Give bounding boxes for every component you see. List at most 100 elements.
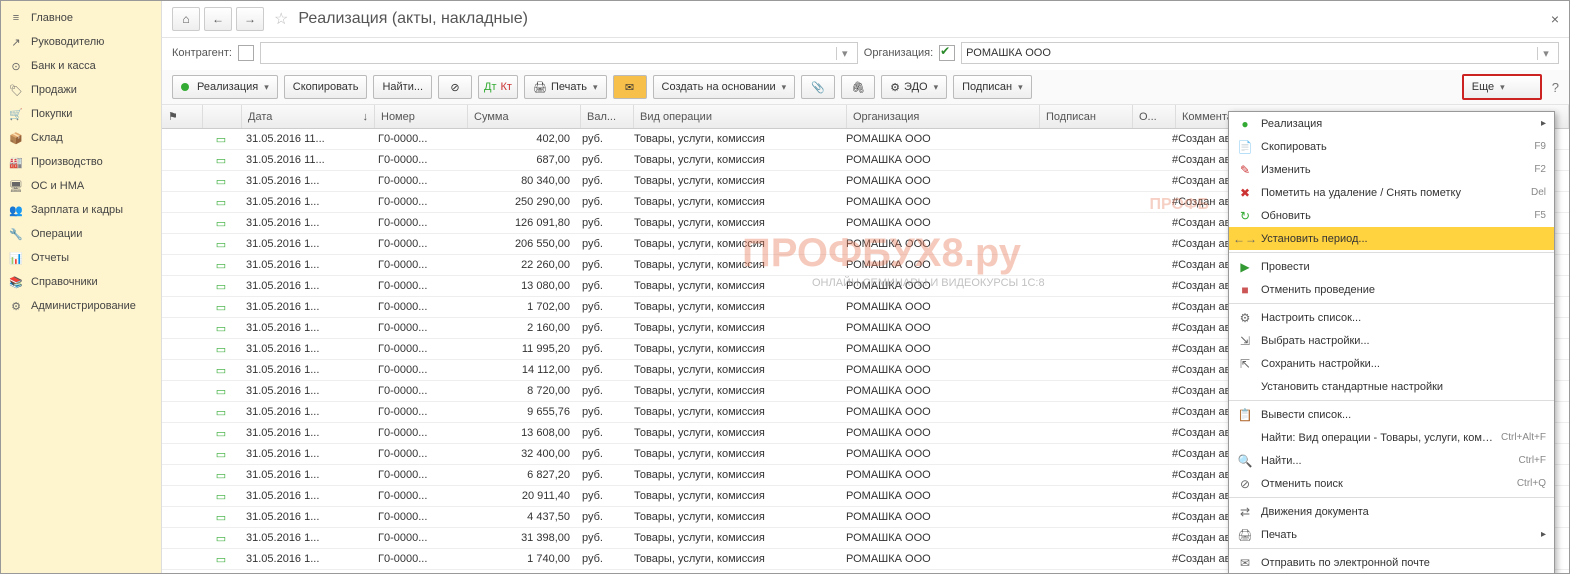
ctx-item[interactable]: ⇱ Сохранить настройки... — [1229, 352, 1554, 375]
cell-op: Товары, услуги, комиссия — [628, 553, 840, 565]
counterparty-checkbox[interactable] — [238, 45, 254, 61]
ctx-item[interactable]: 🖨 Печать ▸ — [1229, 523, 1554, 546]
cell-num: Г0-0000... — [372, 154, 464, 166]
ctx-item[interactable]: ⇲ Выбрать настройки... — [1229, 329, 1554, 352]
sidebar-item[interactable]: ⚙Администрирование — [1, 294, 161, 318]
sidebar-item[interactable]: 📊Отчеты — [1, 246, 161, 270]
ctx-item[interactable]: 📋 Вывести список... — [1229, 403, 1554, 426]
cell-org: РОМАШКА ООО — [840, 469, 1032, 481]
realization-button[interactable]: Реализация▾ — [172, 75, 278, 99]
sidebar-item[interactable]: 📦Склад — [1, 126, 161, 150]
ctx-item[interactable]: ⇄ Движения документа — [1229, 500, 1554, 523]
sidebar-item[interactable]: 🛒Покупки — [1, 102, 161, 126]
org-checkbox[interactable] — [939, 45, 955, 61]
ctx-item[interactable]: ←→ Установить период... — [1229, 227, 1554, 250]
ctx-item[interactable]: ■ Отменить проведение — [1229, 278, 1554, 301]
sidebar-item[interactable]: 📚Справочники — [1, 270, 161, 294]
chevron-down-icon[interactable]: ▾ — [836, 47, 853, 60]
sidebar-item[interactable]: 🖥ОС и НМА — [1, 174, 161, 198]
ctx-item[interactable]: ● Реализация ▸ — [1229, 112, 1554, 135]
sidebar-item[interactable]: 👥Зарплата и кадры — [1, 198, 161, 222]
counterparty-field[interactable]: ▾ — [260, 42, 858, 64]
col-date[interactable]: Дата ↓ — [242, 105, 375, 128]
doc-status-icon: ▭ — [216, 491, 226, 503]
cell-org: РОМАШКА ООО — [840, 343, 1032, 355]
cell-date: 31.05.2016 1... — [240, 490, 372, 502]
ctx-icon: ⇄ — [1237, 504, 1253, 520]
col-sign[interactable]: Подписан — [1040, 105, 1133, 128]
cell-num: Г0-0000... — [372, 490, 464, 502]
col-org[interactable]: Организация — [847, 105, 1040, 128]
sidebar-icon: 👥 — [9, 203, 23, 217]
cell-org: РОМАШКА ООО — [840, 385, 1032, 397]
sidebar-item[interactable]: 🏷Продажи — [1, 78, 161, 102]
edo-button[interactable]: ⚙ ЭДО▾ — [881, 75, 947, 99]
cell-date: 31.05.2016 1... — [240, 511, 372, 523]
create-based-button[interactable]: Создать на основании▾ — [653, 75, 796, 99]
cell-org: РОМАШКА ООО — [840, 280, 1032, 292]
cell-cur: руб. — [576, 553, 628, 565]
sidebar-item-label: Главное — [31, 12, 73, 24]
copy-button[interactable]: Скопировать — [284, 75, 368, 99]
sidebar-item[interactable]: 🔧Операции — [1, 222, 161, 246]
cell-num: Г0-0000... — [372, 322, 464, 334]
cell-date: 31.05.2016 1... — [240, 301, 372, 313]
forward-button[interactable]: → — [236, 7, 264, 31]
ctx-item[interactable]: ✖ Пометить на удаление / Снять пометку D… — [1229, 181, 1554, 204]
doc-status-icon: ▭ — [216, 197, 226, 209]
context-menu: ● Реализация ▸📄 Скопировать F9 ✎ Изменит… — [1228, 111, 1555, 574]
help-icon[interactable]: ? — [1552, 80, 1559, 95]
sidebar-item[interactable]: ≡Главное — [1, 6, 161, 30]
chevron-down-icon[interactable]: ▾ — [1537, 47, 1554, 60]
ctx-item[interactable]: ⊘ Отменить поиск Ctrl+Q — [1229, 472, 1554, 495]
col-op[interactable]: Вид операции — [634, 105, 847, 128]
cell-date: 31.05.2016 1... — [240, 469, 372, 481]
cell-org: РОМАШКА ООО — [840, 175, 1032, 187]
home-button[interactable]: ⌂ — [172, 7, 200, 31]
attach-button[interactable]: 🖇 — [841, 75, 875, 99]
envelope-button[interactable]: ✉ — [613, 75, 647, 99]
col-o[interactable]: О... — [1133, 105, 1176, 128]
cell-date: 31.05.2016 1... — [240, 280, 372, 292]
related-button[interactable]: 📎 — [801, 75, 835, 99]
find-button[interactable]: Найти... — [373, 75, 432, 99]
cell-num: Г0-0000... — [372, 217, 464, 229]
ctx-item[interactable]: Установить стандартные настройки — [1229, 375, 1554, 398]
ctx-item[interactable]: ✉ Отправить по электронной почте — [1229, 551, 1554, 574]
ctx-item[interactable]: ⚙ Настроить список... — [1229, 306, 1554, 329]
close-icon[interactable]: × — [1551, 11, 1559, 27]
more-button[interactable]: Еще▾ — [1462, 74, 1542, 100]
ctx-label: Установить стандартные настройки — [1261, 381, 1546, 393]
ctx-item[interactable]: 📄 Скопировать F9 — [1229, 135, 1554, 158]
cell-num: Г0-0000... — [372, 175, 464, 187]
cell-cur: руб. — [576, 238, 628, 250]
cell-date: 31.05.2016 1... — [240, 322, 372, 334]
signed-button[interactable]: Подписан▾ — [953, 75, 1032, 99]
col-cur[interactable]: Вал... — [581, 105, 634, 128]
dt-button[interactable]: ДтКт — [478, 75, 518, 99]
cell-cur: руб. — [576, 280, 628, 292]
favorite-icon[interactable]: ☆ — [274, 9, 288, 29]
ctx-label: Сохранить настройки... — [1261, 358, 1546, 370]
col-num[interactable]: Номер — [375, 105, 468, 128]
sidebar-item[interactable]: 🏭Производство — [1, 150, 161, 174]
ctx-item[interactable]: ▶ Провести — [1229, 255, 1554, 278]
cell-op: Товары, услуги, комиссия — [628, 448, 840, 460]
print-button[interactable]: 🖨 Печать▾ — [524, 75, 607, 99]
cell-op: Товары, услуги, комиссия — [628, 343, 840, 355]
ctx-item[interactable]: ↻ Обновить F5 — [1229, 204, 1554, 227]
sidebar-item[interactable]: ↗Руководителю — [1, 30, 161, 54]
back-button[interactable]: ← — [204, 7, 232, 31]
ctx-item[interactable]: Найти: Вид операции - Товары, услуги, ко… — [1229, 426, 1554, 449]
ctx-item[interactable]: ✎ Изменить F2 — [1229, 158, 1554, 181]
ctx-item[interactable]: 🔍 Найти... Ctrl+F — [1229, 449, 1554, 472]
cancel-search-button[interactable]: ⊘ — [438, 75, 472, 99]
col-sum[interactable]: Сумма — [468, 105, 581, 128]
sidebar-item[interactable]: ⊙Банк и касса — [1, 54, 161, 78]
sidebar-item-label: Склад — [31, 132, 63, 144]
col-marker[interactable]: ⚑ — [162, 105, 203, 128]
sidebar-icon: ⚙ — [9, 299, 23, 313]
org-field[interactable]: РОМАШКА ООО ▾ — [961, 42, 1559, 64]
sidebar-icon: 🏷 — [9, 83, 23, 97]
ctx-icon: ⇱ — [1237, 356, 1253, 372]
